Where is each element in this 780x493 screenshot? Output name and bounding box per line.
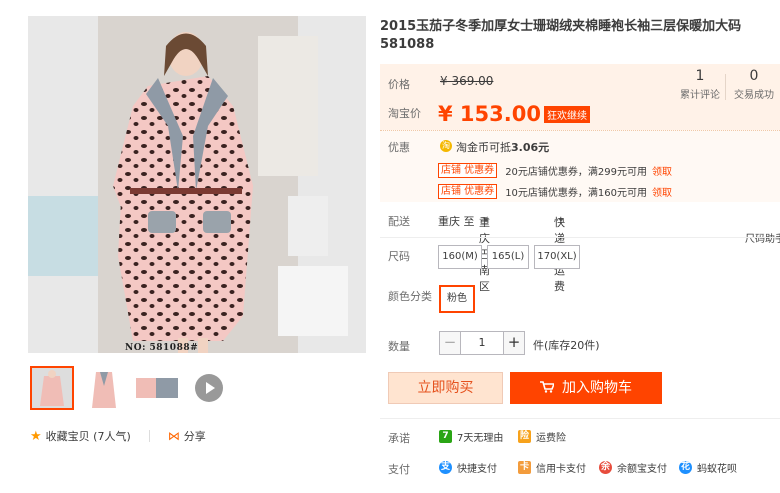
divider: [380, 418, 780, 419]
yuebao-icon: 余: [599, 461, 612, 474]
add-to-cart-button[interactable]: 加入购物车: [510, 372, 662, 404]
coupon-claim-link[interactable]: 领取: [652, 184, 672, 199]
add-to-cart-label: 加入购物车: [562, 380, 632, 396]
price-box: 价格 ¥ 369.00 淘宝价 ¥ 153.00 狂欢继续 1 累计评论 0 交…: [380, 64, 780, 130]
payment-text: 快捷支付: [457, 464, 497, 475]
insurance-icon: 险: [518, 430, 531, 443]
price-label: 价格: [388, 78, 410, 91]
social-bar: ★ 收藏宝贝 (7人气) ⋈ 分享: [30, 428, 206, 444]
color-option-pink[interactable]: 粉色: [439, 285, 475, 313]
color-label: 颜色分类: [388, 290, 432, 303]
divider: [380, 237, 780, 238]
promo-tag: 狂欢继续: [544, 106, 590, 123]
payment-text: 蚂蚁花呗: [697, 464, 737, 475]
divider: [725, 74, 726, 100]
shipping-row: 配送 重庆 至 重庆巴南区 快递 免运费: [380, 212, 780, 293]
quantity-input[interactable]: 1: [461, 331, 503, 355]
stat-number: 1: [695, 68, 705, 84]
coupon-desc: 10元店铺优惠券，满160元可用: [505, 188, 647, 199]
payment-huabei[interactable]: 花 蚂蚁花呗: [679, 460, 737, 475]
gold-coin-amount: 3.06元: [511, 141, 550, 154]
shipping-from: 重庆 至: [438, 215, 475, 228]
stat-number: 0: [749, 68, 759, 84]
divider: [148, 430, 150, 442]
original-price: ¥ 369.00: [440, 74, 494, 88]
thumbnail-1[interactable]: [30, 366, 74, 410]
promise-row: 承诺 7 7天无理由 险 运费险: [380, 429, 780, 445]
promise-no-reason-return[interactable]: 7 7天无理由: [439, 429, 503, 444]
coupon-1: 店铺 优惠券 20元店铺优惠券，满299元可用 领取: [438, 163, 672, 178]
payment-row: 支付 支 快捷支付 卡 信用卡支付 余 余额宝支付 花 蚂蚁花呗: [380, 460, 780, 476]
stat-transactions[interactable]: 0 交易成功: [730, 68, 778, 101]
promise-text: 7天无理由: [457, 433, 504, 444]
shipping-destination-select[interactable]: 重庆巴南区: [479, 213, 490, 293]
main-product-image[interactable]: [28, 16, 366, 353]
product-title: 2015玉茄子冬季加厚女士珊瑚绒夹棉睡袍长袖三层保暖加大码581088: [380, 19, 742, 52]
payment-credit-card[interactable]: 卡 信用卡支付: [518, 460, 586, 475]
payment-text: 余额宝支付: [617, 464, 667, 475]
video-play-button[interactable]: [195, 374, 223, 402]
share-link[interactable]: 分享: [184, 428, 206, 444]
huabei-icon: 花: [679, 461, 692, 474]
stat-label: 累计评论: [680, 90, 720, 101]
buy-now-button[interactable]: 立即购买: [388, 372, 503, 404]
promo-box: 优惠 淘 淘金币可抵3.06元 店铺 优惠券 20元店铺优惠券，满299元可用 …: [380, 130, 780, 202]
promise-label: 承诺: [388, 432, 410, 445]
thumbnail-2[interactable]: [82, 366, 126, 410]
size-label: 尺码: [388, 250, 410, 263]
shipping-label: 配送: [388, 215, 410, 228]
seven-day-icon: 7: [439, 430, 452, 443]
size-option-170xl[interactable]: 170(XL): [534, 245, 580, 269]
thumbnail-image: [32, 368, 72, 408]
payment-yuebao[interactable]: 余 余额宝支付: [599, 460, 667, 475]
promise-shipping-insurance[interactable]: 险 运费险: [518, 429, 566, 444]
coupon-desc: 20元店铺优惠券，满299元可用: [505, 167, 647, 178]
thumbnail-3[interactable]: [134, 366, 180, 410]
thumbnail-image: [134, 366, 180, 410]
size-option-160m[interactable]: 160(M): [438, 245, 482, 269]
promo-label: 优惠: [388, 141, 410, 154]
taobao-price: ¥ 153.00: [438, 102, 541, 126]
promise-text: 运费险: [536, 433, 566, 444]
quantity-plus-button[interactable]: +: [503, 331, 525, 355]
stock-text: 件(库存20件): [533, 339, 600, 352]
cart-icon: [540, 381, 554, 393]
share-icon: ⋈: [167, 429, 180, 443]
thumbnail-image: [82, 366, 126, 410]
size-option-165l[interactable]: 165(L): [487, 245, 529, 269]
coupon-tag: 店铺 优惠券: [438, 184, 498, 199]
shipping-method-select[interactable]: 快递 免运费: [554, 213, 565, 293]
image-caption: NO: 581088#: [125, 343, 199, 353]
taobao-price-label: 淘宝价: [388, 107, 421, 120]
product-photo: [28, 16, 366, 353]
coupon-claim-link[interactable]: 领取: [652, 163, 672, 178]
gold-coin-text: 淘金币可抵3.06元: [456, 139, 549, 155]
coin-icon: 淘: [440, 140, 452, 152]
stat-reviews[interactable]: 1 累计评论: [675, 68, 725, 101]
quantity-minus-button[interactable]: −: [439, 331, 461, 355]
star-icon: ★: [30, 428, 42, 444]
favorite-link[interactable]: 收藏宝贝 (7人气): [46, 428, 131, 444]
credit-card-icon: 卡: [518, 461, 531, 474]
payment-label: 支付: [388, 463, 410, 476]
alipay-icon: 支: [439, 461, 452, 474]
payment-text: 信用卡支付: [536, 464, 586, 475]
payment-quick[interactable]: 支 快捷支付: [439, 460, 497, 475]
coupon-tag: 店铺 优惠券: [438, 163, 498, 178]
coupon-2: 店铺 优惠券 10元店铺优惠券，满160元可用 领取: [438, 184, 672, 199]
gold-coin-prefix: 淘金币可抵: [456, 141, 511, 154]
quantity-label: 数量: [388, 340, 410, 353]
stat-label: 交易成功: [734, 90, 774, 101]
